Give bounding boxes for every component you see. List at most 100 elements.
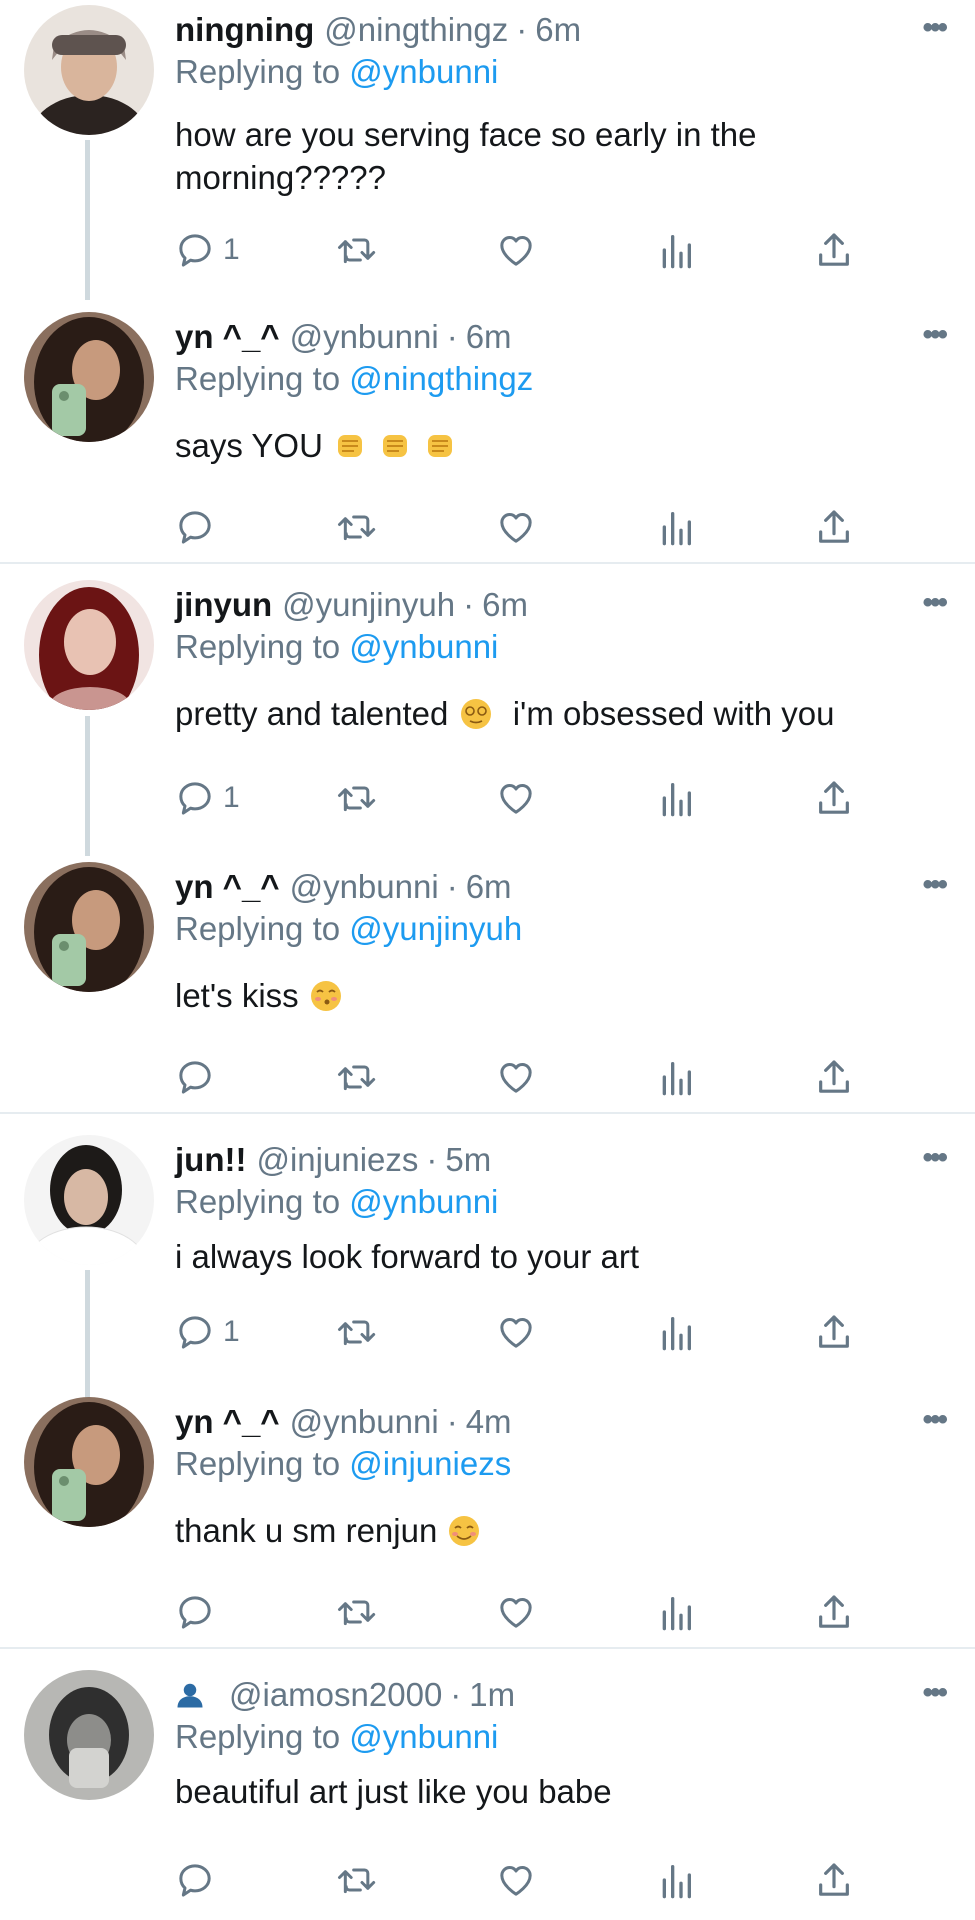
user-handle[interactable]: @ynbunni xyxy=(290,318,439,356)
user-handle[interactable]: @iamosn2000 xyxy=(229,1676,442,1714)
share-button[interactable] xyxy=(815,225,853,275)
mention-link[interactable]: @ynbunni xyxy=(349,1718,498,1755)
display-name[interactable]: yn ^_^ xyxy=(175,318,280,356)
analytics-button[interactable] xyxy=(658,225,694,275)
retweet-button[interactable] xyxy=(335,225,379,275)
timestamp[interactable]: 6m xyxy=(466,318,512,356)
reply-tweet[interactable]: yn ^_^ @ynbunni · 4m ••• Replying to @in… xyxy=(0,1397,975,1647)
like-button[interactable] xyxy=(495,1052,537,1102)
avatar[interactable] xyxy=(24,1397,154,1527)
display-name[interactable]: jun!! xyxy=(175,1141,246,1179)
reply-button[interactable]: 1 xyxy=(175,1307,240,1357)
user-handle[interactable]: @ningthingz xyxy=(324,11,508,49)
reply-button[interactable] xyxy=(175,1052,223,1102)
reply-tweet[interactable]: jinyun @yunjinyuh · 6m ••• Replying to @… xyxy=(0,580,975,840)
retweet-button[interactable] xyxy=(335,1587,379,1637)
share-button[interactable] xyxy=(815,1307,853,1357)
analytics-button[interactable] xyxy=(658,773,694,823)
reply-tweet[interactable]: yn ^_^ @ynbunni · 6m ••• Replying to @ni… xyxy=(0,312,975,562)
like-icon xyxy=(500,1318,532,1348)
retweet-button[interactable] xyxy=(335,1855,379,1905)
reply-tweet[interactable]: jun!! @injuniezs · 5m ••• Replying to @y… xyxy=(0,1135,975,1385)
conversation-divider xyxy=(0,1647,975,1649)
retweet-icon xyxy=(338,515,376,541)
reply-tweet[interactable]: @iamosn2000 · 1m ••• Replying to @ynbunn… xyxy=(0,1670,975,1920)
timestamp[interactable]: 4m xyxy=(466,1403,512,1441)
reply-button[interactable]: 1 xyxy=(175,773,240,823)
mention-link[interactable]: @ningthingz xyxy=(349,360,533,397)
timestamp[interactable]: 6m xyxy=(535,11,581,49)
display-name[interactable]: ningning xyxy=(175,11,314,49)
display-name[interactable]: yn ^_^ xyxy=(175,1403,280,1441)
analytics-button[interactable] xyxy=(658,1587,694,1637)
avatar[interactable] xyxy=(24,312,154,442)
more-icon[interactable]: ••• xyxy=(922,1143,947,1173)
analytics-button[interactable] xyxy=(658,1307,694,1357)
mention-link[interactable]: @yunjinyuh xyxy=(349,910,522,947)
user-handle[interactable]: @injuniezs xyxy=(256,1141,418,1179)
share-button[interactable] xyxy=(815,1587,853,1637)
mention-link[interactable]: @ynbunni xyxy=(349,1183,498,1220)
mention-link[interactable]: @injuniezs xyxy=(349,1445,511,1482)
analytics-button[interactable] xyxy=(658,1855,694,1905)
conversation-divider xyxy=(0,562,975,564)
like-button[interactable] xyxy=(495,225,537,275)
analytics-button[interactable] xyxy=(658,1052,694,1102)
analytics-button[interactable] xyxy=(658,502,694,552)
reply-tweet[interactable]: yn ^_^ @ynbunni · 6m ••• Replying to @yu… xyxy=(0,862,975,1112)
separator: · xyxy=(450,1676,462,1713)
avatar[interactable] xyxy=(24,1135,154,1265)
like-button[interactable] xyxy=(495,1855,537,1905)
more-icon[interactable]: ••• xyxy=(922,1405,947,1435)
reply-button[interactable]: 1 xyxy=(175,225,240,275)
more-icon[interactable]: ••• xyxy=(922,320,947,350)
avatar[interactable] xyxy=(24,5,154,135)
display-name[interactable]: jinyun xyxy=(175,586,272,624)
reply-button[interactable] xyxy=(175,502,223,552)
reply-tweet[interactable]: ningning @ningthingz · 6m ••• Replying t… xyxy=(0,5,975,275)
avatar[interactable] xyxy=(24,1670,154,1800)
replying-to: Replying to @ynbunni xyxy=(175,53,498,91)
like-button[interactable] xyxy=(495,502,537,552)
avatar[interactable] xyxy=(24,862,154,992)
retweet-button[interactable] xyxy=(335,773,379,823)
reply-button[interactable] xyxy=(175,1587,223,1637)
share-button[interactable] xyxy=(815,502,853,552)
display-name[interactable]: yn ^_^ xyxy=(175,868,280,906)
share-button[interactable] xyxy=(815,1052,853,1102)
timestamp[interactable]: 6m xyxy=(466,868,512,906)
share-button[interactable] xyxy=(815,1855,853,1905)
like-button[interactable] xyxy=(495,1587,537,1637)
tweet-text-container: says YOU xyxy=(175,424,945,467)
retweet-button[interactable] xyxy=(335,1307,379,1357)
user-handle[interactable]: @ynbunni xyxy=(290,1403,439,1441)
like-button[interactable] xyxy=(495,773,537,823)
timestamp[interactable]: 5m xyxy=(445,1141,491,1179)
reply-button[interactable] xyxy=(175,1855,223,1905)
avatar[interactable] xyxy=(24,580,154,710)
replying-to: Replying to @injuniezs xyxy=(175,1445,511,1483)
more-icon[interactable]: ••• xyxy=(922,588,947,618)
like-button[interactable] xyxy=(495,1307,537,1357)
timestamp[interactable]: 1m xyxy=(469,1676,515,1714)
like-icon xyxy=(500,784,532,814)
mention-link[interactable]: @ynbunni xyxy=(349,53,498,90)
more-icon[interactable]: ••• xyxy=(922,870,947,900)
tweet-text: i always look forward to your art xyxy=(175,1238,640,1275)
separator: · xyxy=(463,586,475,623)
replying-prefix: Replying to xyxy=(175,910,341,947)
separator: · xyxy=(516,11,528,48)
replying-to: Replying to @yunjinyuh xyxy=(175,910,522,948)
replying-prefix: Replying to xyxy=(175,628,341,665)
retweet-button[interactable] xyxy=(335,502,379,552)
user-handle[interactable]: @yunjinyuh xyxy=(282,586,455,624)
mention-link[interactable]: @ynbunni xyxy=(349,628,498,665)
user-handle[interactable]: @ynbunni xyxy=(290,868,439,906)
reply-count: 1 xyxy=(223,1315,240,1348)
more-icon[interactable]: ••• xyxy=(922,13,947,43)
share-button[interactable] xyxy=(815,773,853,823)
timestamp[interactable]: 6m xyxy=(482,586,528,624)
retweet-button[interactable] xyxy=(335,1052,379,1102)
more-icon[interactable]: ••• xyxy=(922,1678,947,1708)
reply-icon xyxy=(179,782,211,815)
